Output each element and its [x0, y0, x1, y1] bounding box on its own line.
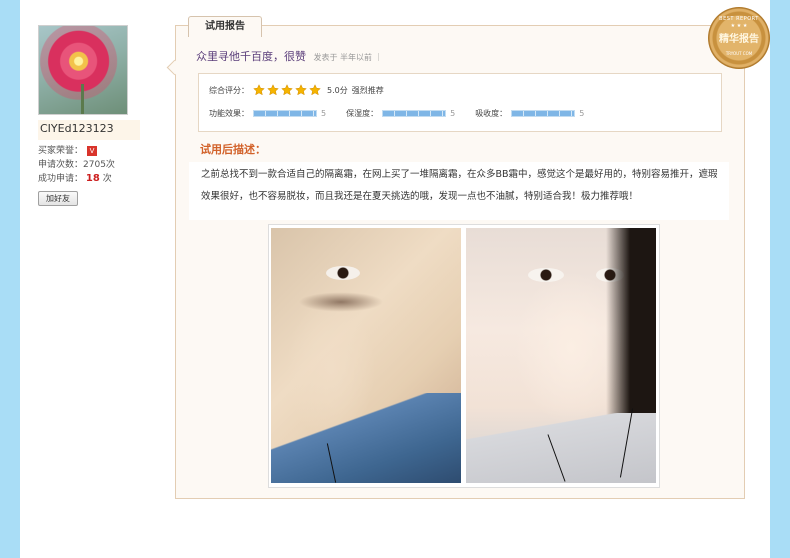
metric-value: 5: [579, 109, 585, 118]
metric-bar-fill: [383, 111, 446, 116]
metric-bar: [253, 110, 317, 117]
apply-count-label: 申请次数：: [38, 160, 84, 170]
metric-label: 功能效果：: [209, 109, 249, 118]
seal-main-text: 精华报告: [719, 34, 759, 45]
metric-effect: 功能效果： 5: [209, 108, 326, 119]
photo-eye: [326, 266, 360, 280]
seal-stars-icon: ★ ★ ★: [730, 23, 748, 29]
tab-trial-report[interactable]: 试用报告: [188, 16, 262, 37]
report-meta: 发表于 半年以前 ｜: [313, 53, 383, 62]
star-icon: [309, 84, 321, 96]
star-icon: [253, 84, 265, 96]
avatar-flower-stem: [81, 84, 84, 114]
photo-shirt: [271, 393, 461, 483]
user-avatar[interactable]: [38, 25, 128, 115]
report-title[interactable]: 众里寻他千百度，很赞: [196, 50, 306, 63]
star-icon: [281, 84, 293, 96]
add-friend-button[interactable]: 加好友: [38, 191, 78, 206]
metric-absorption: 吸收度： 5: [475, 108, 584, 119]
success-label: 成功申请：: [38, 174, 84, 184]
success-unit: 次: [102, 174, 112, 184]
best-report-seal: BEST REPORT ★ ★ ★ 精华报告 TRYOUT COM: [708, 7, 770, 69]
star-icon: [267, 84, 279, 96]
metric-value: 5: [321, 109, 327, 118]
metric-bar: [382, 110, 447, 117]
metric-value: 5: [450, 109, 456, 118]
honor-label: 买家荣誉：: [38, 146, 84, 156]
metric-bar: [511, 110, 576, 117]
apply-count-row: 申请次数：2705次: [38, 157, 115, 170]
honor-badge-icon: V: [87, 145, 98, 156]
overall-label: 综合评分：: [209, 85, 249, 95]
success-count-row: 成功申请： 18 次: [38, 171, 112, 184]
success-count: 18: [85, 173, 100, 184]
metric-moisture: 保湿度： 5: [346, 108, 455, 119]
report-title-line: 众里寻他千百度，很赞 发表于 半年以前 ｜: [196, 48, 383, 64]
description-heading: 试用后描述：: [200, 143, 266, 156]
honor-row: 买家荣誉： V: [38, 143, 98, 156]
overall-score: 5.0分: [327, 85, 348, 95]
recommend-text: 强烈推荐: [351, 85, 384, 95]
photo-gallery: [268, 224, 660, 488]
metric-label: 保湿度：: [346, 109, 379, 118]
metric-bar-fill: [254, 111, 316, 116]
star-icon: [295, 84, 307, 96]
rating-box: 综合评分： 5.0分 强烈推荐 功能效果： 5 保湿度： 5 吸收度： 5: [198, 73, 722, 132]
page: CIYEd123123 买家荣誉： V 申请次数：2705次 成功申请： 18 次…: [20, 0, 770, 558]
overall-rating-row: 综合评分： 5.0分 强烈推荐: [209, 84, 384, 96]
trial-photo-after[interactable]: [466, 228, 656, 483]
description-text: 之前总找不到一款合适自己的隔离霜，在网上买了一堆隔离霜，在众多BB霜中，感觉这个…: [189, 162, 729, 220]
seal-bottom-text: TRYOUT COM: [725, 51, 753, 56]
metric-row: 功能效果： 5 保湿度： 5 吸收度： 5: [209, 108, 604, 119]
apply-count: 2705次: [83, 160, 115, 170]
star-rating: [253, 84, 323, 96]
metric-label: 吸收度：: [475, 109, 508, 118]
photo-eye: [528, 268, 564, 282]
trial-photo-before[interactable]: [271, 228, 461, 483]
seal-top-text: BEST REPORT: [719, 16, 759, 22]
metric-bar-fill: [512, 111, 575, 116]
username[interactable]: CIYEd123123: [38, 120, 140, 140]
